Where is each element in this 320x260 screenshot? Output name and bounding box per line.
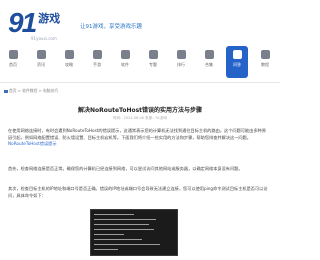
- nav-item-collection[interactable]: 合集: [198, 46, 220, 78]
- nav-label: 合集: [205, 62, 213, 67]
- guide-icon: [64, 50, 74, 59]
- terminal-screenshot: [90, 209, 178, 256]
- logo-subtitle: 91youxi.com: [31, 36, 57, 41]
- terminal-line: [94, 229, 154, 231]
- nav-label: 专题: [149, 62, 157, 67]
- terminal-line: [94, 239, 142, 241]
- nav-item-mobile-game[interactable]: 手游: [86, 46, 108, 78]
- logo-text: 游戏: [38, 12, 61, 25]
- topic-icon: [148, 50, 158, 59]
- home-icon: [8, 50, 18, 59]
- mobile-game-icon: [92, 50, 102, 59]
- tutorial-icon: [260, 50, 270, 59]
- terminal-line: [94, 249, 118, 251]
- nav-item-tutorial[interactable]: 教程: [254, 46, 276, 78]
- location-icon: [4, 89, 8, 93]
- terminal-line: [94, 234, 124, 236]
- nav-label: 软件: [121, 62, 129, 67]
- nav-item-guide[interactable]: 攻略: [58, 46, 80, 78]
- rank-icon: [176, 50, 186, 59]
- terminal-line: [94, 219, 156, 221]
- nav-item-rank[interactable]: 排行: [170, 46, 192, 78]
- inline-link[interactable]: NoRouteToHost错误提示: [8, 141, 57, 146]
- nav-label: 教程: [261, 62, 269, 67]
- breadcrumb[interactable]: 首页 > 软件教程 > 电脑技巧: [4, 88, 58, 94]
- site-logo[interactable]: 91 游戏: [8, 7, 61, 38]
- nav-item-home[interactable]: 首页: [2, 46, 24, 78]
- collection-icon: [204, 50, 214, 59]
- nav-label: 资讯: [37, 62, 45, 67]
- article-paragraph-3: 其次，检查目标主机的IP地址和端口号是否正确。错误的IP地址或端口号会导致无法建…: [8, 186, 268, 198]
- logo-number: 91: [8, 7, 37, 38]
- site-header: 91 游戏 91youxi.com 让91游戏，享受游戏乐趣 首页 资讯 攻略 …: [0, 0, 280, 82]
- terminal-line: [94, 224, 149, 226]
- paragraph-text: 在使用网络连接时，有时会遇到NoRouteToHost的错误提示，这通常表示您的…: [8, 128, 266, 140]
- nav-label: 手游: [93, 62, 101, 67]
- nav-item-topic[interactable]: 专题: [142, 46, 164, 78]
- terminal-line: [94, 214, 134, 216]
- nav-label: 排行: [177, 62, 185, 67]
- nav-item-news[interactable]: 资讯: [30, 46, 52, 78]
- article-paragraph-2: 首先，检查网络连接是否正常。确保您的计算机已经连接到网络，可以尝试访问其他网站或…: [8, 166, 243, 171]
- terminal-line: [94, 244, 160, 246]
- article-paragraph-1: 在使用网络连接时，有时会遇到NoRouteToHost的错误提示，这通常表示您的…: [8, 128, 270, 148]
- nav-label: 攻略: [65, 62, 73, 67]
- breadcrumb-text: 首页 > 软件教程 > 电脑技巧: [9, 88, 59, 93]
- header-divider: [0, 82, 280, 83]
- qa-icon: [232, 50, 242, 59]
- nav-item-qa[interactable]: 问答: [226, 46, 248, 78]
- news-icon: [36, 50, 46, 59]
- main-nav: 首页 资讯 攻略 手游 软件 专题 排行 合集 问答 教程: [0, 46, 280, 80]
- site-slogan: 让91游戏，享受游戏乐趣: [80, 24, 142, 30]
- nav-label: 问答: [233, 62, 241, 67]
- software-icon: [120, 50, 130, 59]
- nav-label: 首页: [9, 62, 17, 67]
- article-title: 解决NoRouteToHost错误的实用方法与步骤: [77, 107, 203, 114]
- article-meta: 时间：2024-06-08 来源：91游戏: [113, 116, 167, 120]
- nav-item-software[interactable]: 软件: [114, 46, 136, 78]
